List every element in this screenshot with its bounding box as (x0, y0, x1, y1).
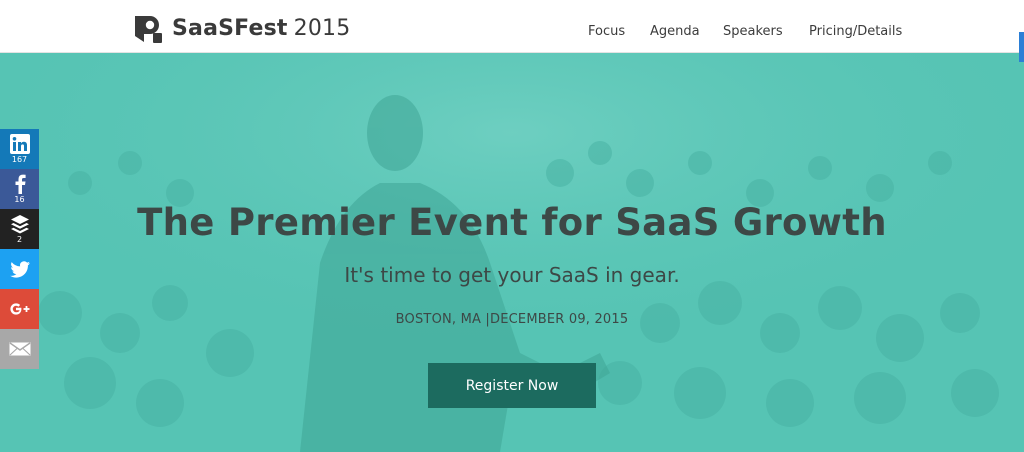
hero-section: The Premier Event for SaaS Growth It's t… (0, 53, 1024, 452)
twitter-icon (9, 260, 30, 278)
register-now-button[interactable]: Register Now (428, 363, 596, 408)
nav-item-agenda[interactable]: Agenda (650, 24, 700, 39)
facebook-share-count: 16 (14, 195, 25, 204)
share-buffer-button[interactable]: 2 (0, 209, 39, 249)
buffer-icon (10, 215, 29, 234)
hero-title: The Premier Event for SaaS Growth (137, 201, 887, 244)
share-email-button[interactable] (0, 329, 39, 369)
nav-item-focus[interactable]: Focus (588, 24, 625, 39)
buffer-share-count: 2 (16, 235, 23, 244)
top-navigation-bar: SaaSFest 2015 Focus Agenda Speakers Prici… (0, 0, 1024, 53)
linkedin-share-count: 167 (11, 155, 28, 164)
nav-item-pricing-details[interactable]: Pricing/Details (809, 24, 902, 39)
share-twitter-button[interactable] (0, 249, 39, 289)
google-plus-icon (9, 303, 29, 315)
social-share-bar: 167 16 2 (0, 129, 39, 369)
facebook-icon (15, 174, 26, 194)
share-facebook-button[interactable]: 16 (0, 169, 39, 209)
nav-item-speakers[interactable]: Speakers (723, 24, 783, 39)
linkedin-icon (9, 134, 30, 154)
share-linkedin-button[interactable]: 167 (0, 129, 39, 169)
hero-subtitle: It's time to get your SaaS in gear. (344, 263, 680, 287)
event-location-date: BOSTON, MA |DECEMBER 09, 2015 (395, 312, 629, 327)
edge-tab[interactable] (1019, 32, 1024, 62)
share-google-plus-button[interactable] (0, 289, 39, 329)
main-nav: Focus Agenda Speakers Pricing/Details (0, 24, 1024, 44)
email-icon (9, 342, 30, 356)
